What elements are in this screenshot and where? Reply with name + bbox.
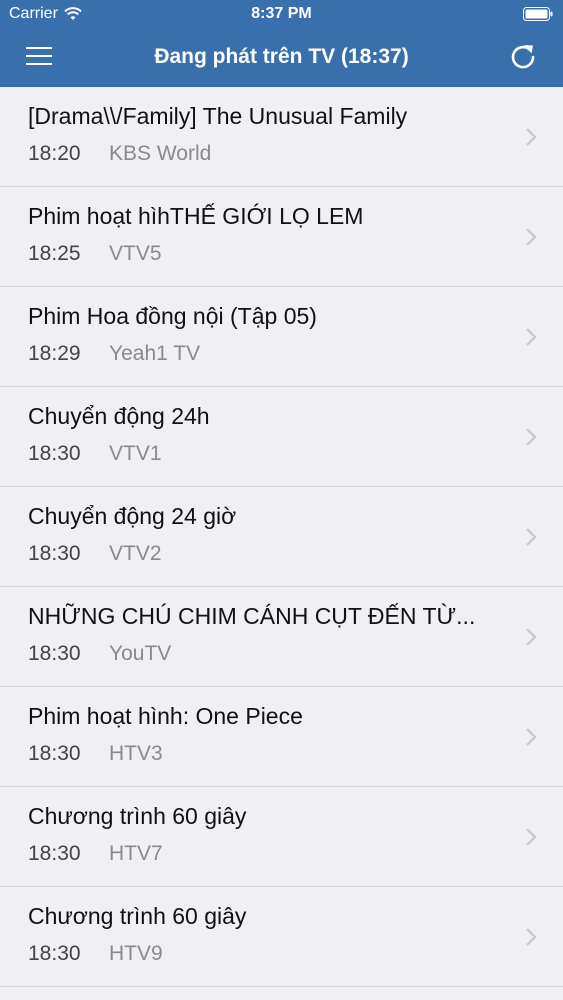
program-time: 18:29 bbox=[28, 342, 81, 365]
program-title: Chuyển động 24h bbox=[28, 403, 210, 429]
program-title: NHỮNG CHÚ CHIM CÁNH CỤT ĐẾN TỪ... bbox=[28, 603, 476, 629]
chevron-right-icon bbox=[526, 528, 537, 546]
chevron-right-icon bbox=[526, 228, 537, 246]
chevron-right-icon bbox=[526, 328, 537, 346]
program-time: 18:30 bbox=[28, 842, 81, 865]
chevron-right-icon bbox=[526, 928, 537, 946]
program-time: 18:30 bbox=[28, 742, 81, 765]
list-item[interactable]: Phim hoạt hình: One Piece 18:30 HTV3 bbox=[0, 687, 563, 787]
list-item[interactable]: Chương trình 60 giây 18:30 HTV9 bbox=[0, 887, 563, 987]
list-item[interactable]: Phim Hoa đồng nội (Tập 05) 18:29 Yeah1 T… bbox=[0, 287, 563, 387]
hamburger-menu-icon[interactable] bbox=[26, 46, 52, 66]
program-title: Phim Hoa đồng nội (Tập 05) bbox=[28, 303, 317, 329]
program-time: 18:25 bbox=[28, 242, 81, 265]
program-title: Chuyển động 24 giờ bbox=[28, 503, 237, 529]
program-channel: HTV9 bbox=[109, 942, 163, 965]
chevron-right-icon bbox=[526, 728, 537, 746]
program-list: [Drama\\/Family] The Unusual Family 18:2… bbox=[0, 87, 563, 987]
program-channel: YouTV bbox=[109, 642, 172, 665]
chevron-right-icon bbox=[526, 828, 537, 846]
program-channel: HTV7 bbox=[109, 842, 163, 865]
program-title: Phim hoạt hình: One Piece bbox=[28, 703, 303, 729]
program-channel: VTV1 bbox=[109, 442, 162, 465]
chevron-right-icon bbox=[526, 628, 537, 646]
chevron-right-icon bbox=[526, 428, 537, 446]
program-title: Chương trình 60 giây bbox=[28, 803, 247, 829]
list-item[interactable]: [Drama\\/Family] The Unusual Family 18:2… bbox=[0, 87, 563, 187]
program-time: 18:30 bbox=[28, 942, 81, 965]
program-channel: VTV5 bbox=[109, 242, 162, 265]
program-title: Chương trình 60 giây bbox=[28, 903, 247, 929]
program-channel: VTV2 bbox=[109, 542, 162, 565]
program-title: Phim hoạt hìhTHẾ GIỚI LỌ LEM bbox=[28, 203, 364, 229]
page-title: Đang phát trên TV (18:37) bbox=[154, 45, 409, 68]
status-time: 8:37 PM bbox=[251, 5, 312, 22]
list-item[interactable]: Phim hoạt hìhTHẾ GIỚI LỌ LEM 18:25 VTV5 bbox=[0, 187, 563, 287]
battery-icon bbox=[523, 7, 553, 21]
program-time: 18:30 bbox=[28, 542, 81, 565]
program-channel: HTV3 bbox=[109, 742, 163, 765]
program-title: [Drama\\/Family] The Unusual Family bbox=[28, 103, 408, 129]
program-channel: Yeah1 TV bbox=[109, 342, 201, 365]
program-channel: KBS World bbox=[109, 142, 212, 165]
refresh-icon[interactable] bbox=[508, 42, 538, 72]
list-item[interactable]: NHỮNG CHÚ CHIM CÁNH CỤT ĐẾN TỪ... 18:30 … bbox=[0, 587, 563, 687]
app-header: Carrier 8:37 PM Đang phát trên TV (18:37… bbox=[0, 0, 563, 87]
status-bar: Carrier 8:37 PM bbox=[0, 0, 563, 30]
program-time: 18:30 bbox=[28, 642, 81, 665]
navigation-bar: Đang phát trên TV (18:37) bbox=[0, 30, 563, 87]
list-item[interactable]: Chuyển động 24h 18:30 VTV1 bbox=[0, 387, 563, 487]
chevron-right-icon bbox=[526, 128, 537, 146]
list-item[interactable]: Chuyển động 24 giờ 18:30 VTV2 bbox=[0, 487, 563, 587]
program-time: 18:30 bbox=[28, 442, 81, 465]
program-time: 18:20 bbox=[28, 142, 81, 165]
list-item[interactable]: Chương trình 60 giây 18:30 HTV7 bbox=[0, 787, 563, 887]
